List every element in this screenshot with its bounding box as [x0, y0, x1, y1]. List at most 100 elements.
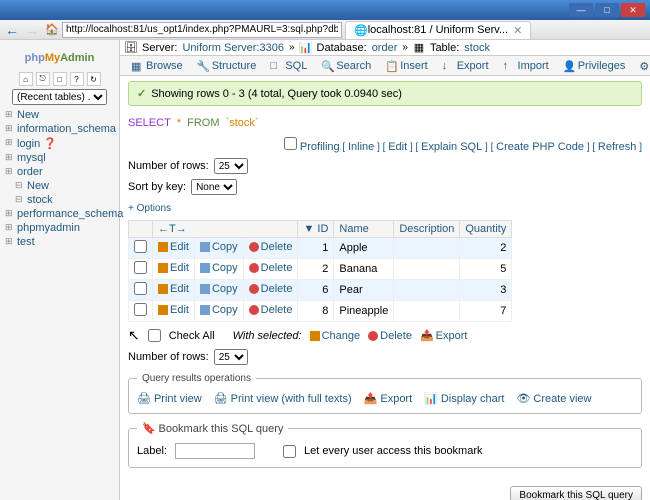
sql-icon[interactable]: □ [53, 72, 67, 86]
window-close-button[interactable]: ✕ [621, 3, 645, 17]
sort-arrows[interactable]: ←T→ [158, 223, 187, 235]
logo-admin: Admin [60, 52, 94, 64]
tab-insert[interactable]: 📋Insert [379, 58, 434, 74]
tab-export[interactable]: ↓Export [436, 58, 495, 74]
back-button[interactable]: ← [2, 21, 22, 39]
check-all-label[interactable]: Check All [169, 330, 215, 342]
logout-icon[interactable]: ⎋ [36, 72, 50, 86]
edit-link[interactable]: Edit [158, 304, 189, 316]
pencil-icon [158, 284, 168, 294]
inline-link[interactable]: Inline [348, 141, 374, 153]
cell-name: Pineapple [334, 301, 394, 322]
tree-login[interactable]: login ❓ [5, 136, 119, 151]
refresh-link[interactable]: Refresh [598, 141, 637, 153]
th-description[interactable]: Description [394, 221, 460, 238]
delete-link[interactable]: Delete [249, 262, 293, 274]
th-id[interactable]: ID [317, 223, 328, 235]
profiling-checkbox[interactable] [284, 137, 297, 150]
url-input[interactable] [62, 22, 342, 38]
forward-button[interactable]: → [22, 21, 42, 39]
bulk-change[interactable]: Change [310, 330, 361, 342]
profiling-row: Profiling [ Inline ] [ Edit ] [ Explain … [128, 137, 642, 153]
copy-link[interactable]: Copy [200, 304, 238, 316]
row-checkbox[interactable] [134, 261, 147, 274]
tab-structure[interactable]: 🔧Structure [191, 58, 263, 74]
print-view-full[interactable]: 🖨Print view (with full texts) [214, 392, 352, 405]
bc-table[interactable]: stock [464, 42, 490, 54]
tab-close-icon[interactable]: ✕ [513, 24, 522, 37]
tab-search[interactable]: 🔍Search [315, 58, 377, 74]
db-tree: New information_schema login ❓ mysql ord… [0, 108, 119, 249]
bc-db-label: Database: [317, 42, 367, 54]
edit-link[interactable]: Edit [158, 262, 189, 274]
docs-icon[interactable]: ? [70, 72, 84, 86]
home-icon[interactable]: ⌂ [19, 72, 33, 86]
print-view[interactable]: 🖨Print view [137, 392, 202, 405]
tree-order-stock[interactable]: stock [15, 193, 119, 207]
tree-order-new[interactable]: New [15, 179, 119, 193]
arrow-indicator-icon: ↖ [128, 327, 140, 344]
qr-export[interactable]: 📤Export [364, 392, 413, 405]
bookmark-label-input[interactable] [175, 443, 255, 459]
tab-sql[interactable]: □SQL [264, 58, 313, 74]
results-table: ←T→ ▼ ID Name Description Quantity Edit … [128, 220, 512, 322]
edit-link[interactable]: Edit [158, 283, 189, 295]
browse-icon: ▦ [131, 60, 143, 72]
table-row: Edit Copy Delete 1 Apple 2 [129, 238, 512, 259]
bookmark-access-checkbox[interactable] [283, 445, 296, 458]
row-checkbox[interactable] [134, 282, 147, 295]
tab-import[interactable]: ↑Import [497, 58, 555, 74]
bc-table-label: Table: [430, 42, 459, 54]
delete-link[interactable]: Delete [249, 241, 293, 253]
tree-phpmyadmin[interactable]: phpmyadmin [5, 221, 119, 235]
sort-select[interactable]: None [191, 179, 237, 195]
view-icon: 👁 [516, 392, 530, 405]
tree-new[interactable]: New [5, 108, 119, 122]
tab-privileges[interactable]: 👤Privileges [557, 58, 632, 74]
edit-link[interactable]: Edit [158, 241, 189, 253]
display-chart[interactable]: 📊Display chart [424, 392, 504, 405]
bulk-export[interactable]: 📤Export [420, 329, 468, 342]
copy-link[interactable]: Copy [200, 262, 238, 274]
tab-browse[interactable]: ▦Browse [125, 58, 189, 74]
row-checkbox[interactable] [134, 240, 147, 253]
sort-down-icon[interactable]: ▼ [303, 223, 314, 235]
th-quantity[interactable]: Quantity [460, 221, 512, 238]
tree-performance-schema[interactable]: performance_schema [5, 207, 119, 221]
th-name[interactable]: Name [334, 221, 394, 238]
sort-label: Sort by key: [128, 181, 186, 193]
browser-tab[interactable]: 🌐 localhost:81 / Uniform Serv... ✕ [345, 21, 531, 39]
cell-desc [394, 259, 460, 280]
home-icon[interactable]: 🏠 [42, 21, 62, 39]
tab-operations[interactable]: ⚙Operations [633, 58, 650, 74]
edit-link[interactable]: Edit [388, 141, 407, 153]
reload-icon[interactable]: ↻ [87, 72, 101, 86]
bookmark-submit-button[interactable]: Bookmark this SQL query [510, 486, 642, 500]
phpmyadmin-logo: phpMyAdmin [0, 43, 119, 69]
numrows-select[interactable]: 25 [214, 158, 248, 174]
recent-tables-select[interactable]: (Recent tables) ... [12, 89, 107, 105]
row-checkbox[interactable] [134, 303, 147, 316]
tree-information-schema[interactable]: information_schema [5, 122, 119, 136]
tree-mysql[interactable]: mysql [5, 151, 119, 165]
window-maximize-button[interactable]: □ [595, 3, 619, 17]
explain-link[interactable]: Explain SQL [421, 141, 482, 153]
delete-link[interactable]: Delete [249, 283, 293, 295]
tree-test[interactable]: test [5, 235, 119, 249]
delete-link[interactable]: Delete [249, 304, 293, 316]
create-php-link[interactable]: Create PHP Code [496, 141, 584, 153]
bc-db[interactable]: order [372, 42, 398, 54]
copy-link[interactable]: Copy [200, 241, 238, 253]
create-view[interactable]: 👁Create view [516, 392, 591, 405]
copy-icon [200, 284, 210, 294]
bulk-delete[interactable]: Delete [368, 330, 412, 342]
bc-server[interactable]: Uniform Server:3306 [182, 42, 284, 54]
numrows-select-2[interactable]: 25 [214, 349, 248, 365]
window-minimize-button[interactable]: — [569, 3, 593, 17]
export-icon: 📤 [420, 329, 434, 342]
options-toggle[interactable]: + Options [128, 203, 171, 214]
copy-link[interactable]: Copy [200, 283, 238, 295]
tree-order[interactable]: order [5, 165, 119, 179]
insert-icon: 📋 [385, 60, 397, 72]
check-all-checkbox[interactable] [148, 329, 161, 342]
